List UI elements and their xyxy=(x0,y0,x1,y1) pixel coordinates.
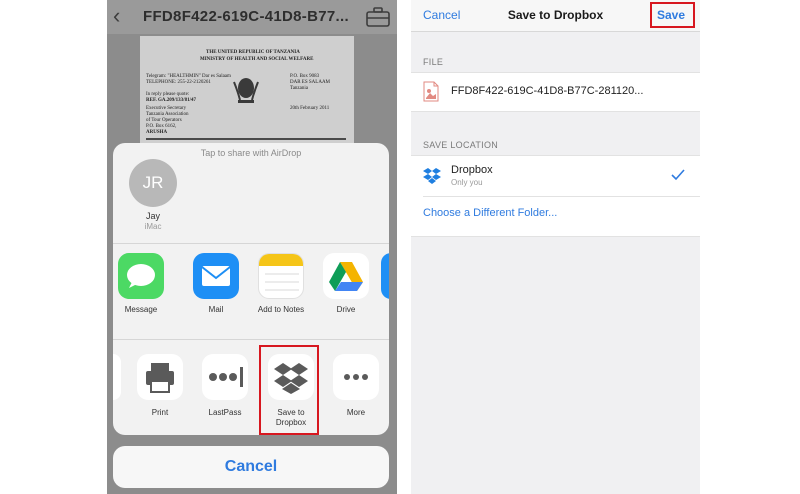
airdrop-contact-name: Jay xyxy=(145,211,160,221)
previous-action-partial[interactable] xyxy=(113,354,121,400)
document-preview: THE UNITED REPUBLIC OF TANZANIA MINISTRY… xyxy=(140,36,354,156)
doc-line: 20th February 2011 xyxy=(290,106,330,111)
app-label: Drive xyxy=(336,305,356,314)
doc-rule xyxy=(146,138,346,140)
printer-icon xyxy=(137,354,183,400)
action-print[interactable]: Print xyxy=(130,354,190,418)
airdrop-contact-device: iMac xyxy=(144,222,162,231)
highlight-save-button xyxy=(650,2,695,28)
dropbox-cancel-button[interactable]: Cancel xyxy=(423,8,460,22)
action-more[interactable]: More xyxy=(326,354,386,418)
doc-line: Tanzania xyxy=(290,86,308,91)
highlight-save-to-dropbox xyxy=(259,345,319,435)
file-cell: FFD8F422-619C-41D8-B77C-281120... xyxy=(411,72,700,112)
doc-line: THE UNITED REPUBLIC OF TANZANIA xyxy=(206,50,300,55)
location-section-header: SAVE LOCATION xyxy=(423,140,499,150)
document-title: FFD8F422-619C-41D8-B77... xyxy=(143,8,349,25)
document-nav-bar: ‹ FFD8F422-619C-41D8-B77... xyxy=(107,0,397,34)
divider xyxy=(113,243,389,244)
share-sheet: Tap to share with AirDrop JR Jay iMac Me… xyxy=(113,143,389,435)
doc-line: P.O. Box 6162, xyxy=(146,124,177,129)
share-app-notes[interactable]: Add to Notes xyxy=(251,253,311,314)
location-name: Dropbox xyxy=(451,164,493,176)
action-label: Print xyxy=(151,408,169,417)
location-dropbox-row[interactable]: Dropbox Only you xyxy=(411,156,700,196)
drive-icon xyxy=(323,253,369,299)
dropbox-icon xyxy=(423,168,441,184)
airdrop-contact-avatar[interactable]: JR xyxy=(129,159,177,207)
doc-line: MINISTRY OF HEALTH AND SOCIAL WELFARE xyxy=(200,57,314,62)
app-label: Mail xyxy=(208,305,224,314)
file-name: FFD8F422-619C-41D8-B77C-281120... xyxy=(451,85,644,97)
share-apps-row: Message Mail Add to Notes Drive xyxy=(113,253,389,329)
file-section-header: FILE xyxy=(423,57,444,67)
doc-line: Tanzania Association xyxy=(146,112,189,117)
share-app-mail[interactable]: Mail xyxy=(186,253,246,314)
chevron-left-icon[interactable]: ‹ xyxy=(113,4,133,28)
doc-line: Telegram: "HEALTHMIN" Dar es Salaam xyxy=(146,74,231,79)
next-app-partial[interactable] xyxy=(381,253,389,299)
choose-folder-row[interactable]: Choose a Different Folder... xyxy=(411,197,700,237)
doc-line: Executive Secretary xyxy=(146,106,187,111)
messages-icon xyxy=(118,253,164,299)
coat-of-arms-icon xyxy=(233,78,259,103)
more-icon xyxy=(333,354,379,400)
share-actions-row: Print LastPass Save to Dropbox More xyxy=(113,346,389,432)
action-lastpass[interactable]: LastPass xyxy=(195,354,255,418)
action-label: LastPass xyxy=(208,408,242,417)
briefcase-icon[interactable] xyxy=(365,6,391,28)
lastpass-icon xyxy=(202,354,248,400)
share-cancel-button[interactable]: Cancel xyxy=(113,446,389,488)
doc-line: REF. GA.209/133/81/47 xyxy=(146,98,196,103)
mail-icon xyxy=(193,253,239,299)
share-sheet-screen: ‹ FFD8F422-619C-41D8-B77... THE UNITED R… xyxy=(107,0,397,494)
location-group: Dropbox Only you Choose a Different Fold… xyxy=(411,155,700,237)
doc-line: TELEPHONE: 255-22-2120261 xyxy=(146,80,211,85)
share-cancel-label: Cancel xyxy=(224,458,278,475)
notes-icon xyxy=(258,253,304,299)
choose-different-folder-link[interactable]: Choose a Different Folder... xyxy=(423,207,557,219)
checkmark-icon xyxy=(671,169,685,181)
app-label: Message xyxy=(124,305,158,314)
share-app-message[interactable]: Message xyxy=(113,253,171,314)
doc-line: In reply please quote: xyxy=(146,92,190,97)
file-icon xyxy=(423,81,439,102)
airdrop-hint: Tap to share with AirDrop xyxy=(200,148,302,158)
share-app-drive[interactable]: Drive xyxy=(316,253,376,314)
doc-line: ARUSHA xyxy=(146,130,168,135)
save-to-dropbox-screen: Save to Dropbox Cancel Save FILE FFD8F42… xyxy=(411,0,700,494)
doc-line: P.O. Box 9083 xyxy=(290,74,320,79)
action-label: More xyxy=(346,408,366,417)
divider xyxy=(113,339,389,340)
screenshot-stage: ‹ FFD8F422-619C-41D8-B77... THE UNITED R… xyxy=(0,0,800,494)
doc-line: of Tour Operators xyxy=(146,118,182,123)
location-sharing: Only you xyxy=(451,178,483,187)
doc-line: DAR ES SALAAM xyxy=(290,80,331,85)
app-label: Add to Notes xyxy=(257,305,305,314)
